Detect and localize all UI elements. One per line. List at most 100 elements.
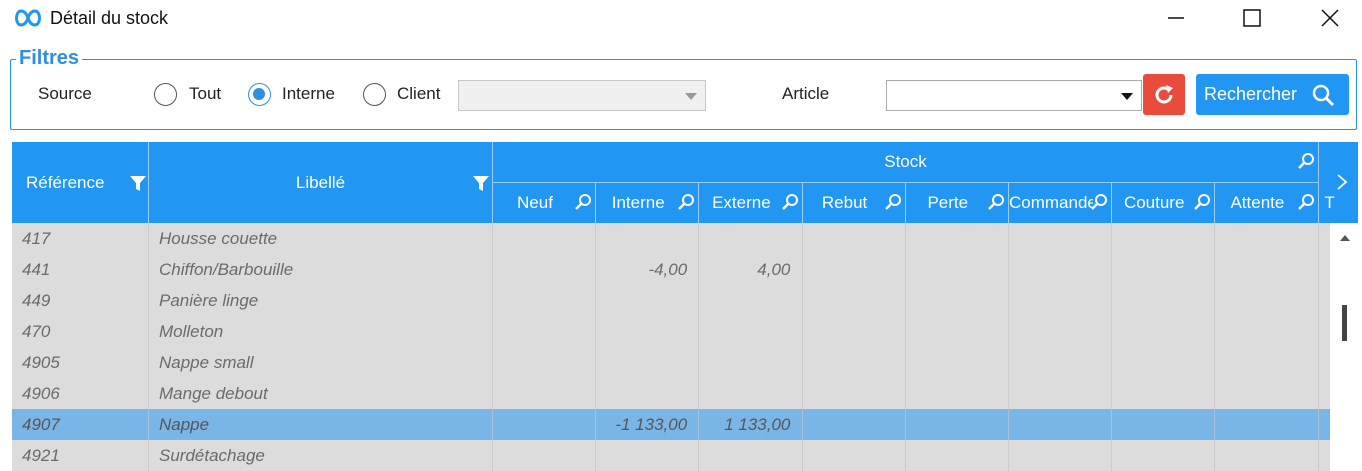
filters-legend: Filtres [16, 47, 83, 70]
chevron-down-icon [1121, 93, 1133, 100]
magnifier-icon[interactable] [1090, 193, 1108, 211]
column-divider [801, 223, 803, 471]
magnifier-icon[interactable] [781, 193, 799, 211]
cell-interne: -1 133,00 [615, 415, 688, 434]
column-divider [904, 223, 906, 471]
cell-externe: 4,00 [757, 260, 791, 279]
table-row[interactable]: 4905 Nappe small [12, 347, 1330, 378]
cell-externe [698, 316, 790, 347]
magnifier-icon[interactable] [574, 193, 592, 211]
column-divider [698, 223, 700, 471]
table-row[interactable]: 417 Housse couette [12, 223, 1330, 254]
cell-externe [698, 285, 790, 316]
column-header-label: Rebut [821, 193, 868, 212]
column-divider [492, 223, 493, 471]
column-header-libelle[interactable]: Libellé [149, 142, 492, 223]
magnifier-icon[interactable] [677, 193, 695, 211]
search-icon [1312, 84, 1335, 107]
cell-externe: 1 133,00 [724, 415, 791, 434]
refresh-icon [1155, 84, 1173, 103]
cell-libelle: Panière linge [159, 291, 259, 310]
maximize-button[interactable] [1222, 0, 1282, 36]
magnifier-icon[interactable] [884, 193, 902, 211]
magnifier-icon[interactable] [1297, 152, 1315, 170]
column-header-label: Couture [1123, 193, 1185, 212]
magnifier-icon[interactable] [1193, 193, 1211, 211]
column-header-interne[interactable]: Interne [596, 183, 699, 223]
column-group-stock[interactable]: Stock [493, 142, 1318, 182]
column-divider [1008, 223, 1009, 471]
search-button[interactable]: Rechercher [1196, 74, 1349, 115]
column-header-neuf[interactable]: Neuf [493, 183, 596, 223]
column-header-label: Neuf [517, 193, 553, 212]
search-button-label: Rechercher [1204, 84, 1298, 104]
column-header-label: Perte [927, 193, 969, 212]
radio-tout-label[interactable]: Tout [189, 84, 221, 104]
close-button[interactable] [1300, 0, 1360, 36]
cell-interne: -4,00 [648, 260, 688, 279]
cell-externe [698, 440, 790, 471]
cell-interne [595, 347, 687, 378]
column-divider [1214, 223, 1216, 471]
vertical-scrollbar[interactable] [1331, 223, 1358, 471]
maximize-icon [1243, 9, 1261, 27]
app-infinity-icon [15, 9, 41, 27]
cell-reference: 417 [22, 229, 51, 248]
table-row[interactable]: 4907 Nappe -1 133,00 1 133,00 [12, 409, 1330, 440]
cell-reference: 4906 [22, 384, 60, 403]
table-row[interactable]: 441 Chiffon/Barbouille -4,00 4,00 [12, 254, 1330, 285]
radio-client[interactable] [363, 83, 386, 106]
cell-externe [698, 378, 790, 409]
column-header-externe[interactable]: Externe [699, 183, 802, 223]
table-row[interactable]: 4921 Surdétachage [12, 440, 1330, 471]
reset-button[interactable] [1143, 74, 1185, 115]
cell-libelle: Surdétachage [159, 446, 265, 465]
cell-interne [595, 440, 687, 471]
magnifier-icon[interactable] [987, 193, 1005, 211]
magnifier-icon[interactable] [1297, 193, 1315, 211]
cell-libelle: Chiffon/Barbouille [159, 260, 294, 279]
cell-interne [595, 285, 687, 316]
chevron-down-icon [685, 93, 697, 100]
cell-reference: 441 [22, 260, 51, 279]
column-header-couture[interactable]: Couture [1112, 183, 1215, 223]
column-header-label: Attente [1230, 193, 1285, 212]
cell-interne [595, 316, 687, 347]
table-row[interactable]: 4906 Mange debout [12, 378, 1330, 409]
cell-reference: 449 [22, 291, 51, 310]
client-select[interactable] [458, 80, 706, 111]
column-header-perte[interactable]: Perte [906, 183, 1009, 223]
radio-client-label[interactable]: Client [397, 84, 440, 104]
column-header-reference[interactable]: Référence [12, 142, 148, 223]
cell-reference: 470 [22, 322, 51, 341]
minimize-icon [1168, 17, 1184, 19]
column-header-rebut[interactable]: Rebut [803, 183, 906, 223]
chevron-right-icon[interactable] [1336, 173, 1348, 191]
minimize-button[interactable] [1146, 0, 1206, 36]
column-header-reference-label: Référence [26, 172, 105, 192]
cell-libelle: Molleton [159, 322, 224, 341]
cell-libelle: Housse couette [159, 229, 278, 248]
filter-icon[interactable] [129, 174, 147, 192]
article-label: Article [782, 84, 830, 103]
scroll-up-icon[interactable] [1340, 235, 1350, 241]
cell-libelle: Mange debout [159, 384, 268, 403]
cell-interne [595, 223, 687, 254]
table-row[interactable]: 449 Panière linge [12, 285, 1330, 316]
column-header-commande[interactable]: Commande [1009, 183, 1112, 223]
cell-libelle: Nappe [159, 415, 210, 434]
table-row[interactable]: 470 Molleton [12, 316, 1330, 347]
cell-externe [698, 347, 790, 378]
article-select[interactable] [886, 80, 1142, 111]
column-header-label: Commande [1009, 193, 1093, 212]
grid-body[interactable]: 417 Housse couette 441 Chiffon/Barbouille -4… [12, 223, 1330, 471]
radio-interne[interactable] [248, 83, 271, 106]
radio-interne-label[interactable]: Interne [282, 84, 335, 104]
close-icon [1321, 9, 1339, 27]
scroll-thumb[interactable] [1342, 305, 1347, 341]
filter-icon[interactable] [472, 174, 490, 192]
radio-tout[interactable] [154, 83, 177, 106]
cell-libelle: Nappe small [159, 353, 254, 372]
cell-externe [698, 223, 790, 254]
column-header-attente[interactable]: Attente [1215, 183, 1318, 223]
